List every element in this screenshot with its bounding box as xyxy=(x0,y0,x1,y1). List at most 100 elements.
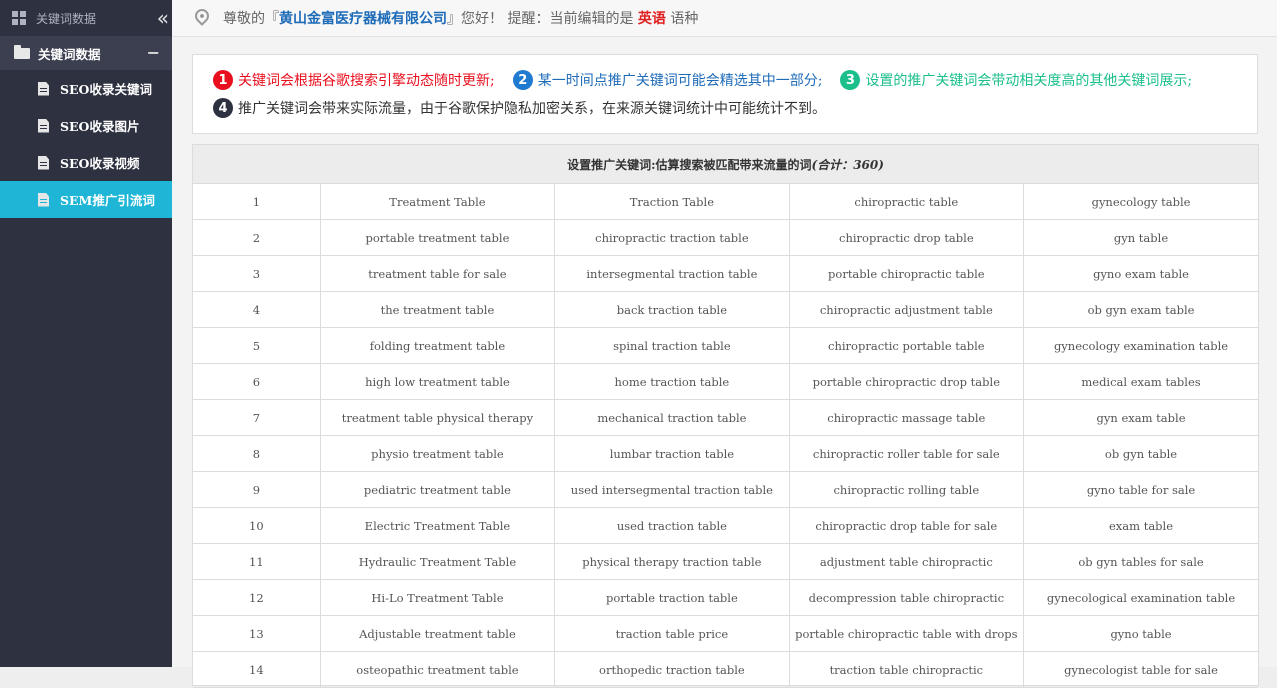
table-title-total: (合计：360) xyxy=(811,157,884,172)
keyword-cell: decompression table chiropractic xyxy=(789,579,1025,616)
keyword-table-body: 1 Treatment Table Traction Table chiropract… xyxy=(193,184,1258,688)
main-content: 1 关键词会根据谷歌搜索引擎动态随时更新; 2 某一时间点推广关键词可能会精选其… xyxy=(172,37,1277,688)
keyword-cell: Adjustable treatment table xyxy=(320,615,556,652)
table-row: 3 treatment table for sale intersegmental … xyxy=(193,255,1258,292)
keyword-cell: gynecological examination table xyxy=(1023,579,1258,616)
notice-panel: 1 关键词会根据谷歌搜索引擎动态随时更新; 2 某一时间点推广关键词可能会精选其… xyxy=(192,54,1258,134)
keyword-cell: gynecologist table for sale xyxy=(1023,651,1258,688)
row-index: 7 xyxy=(193,399,321,436)
table-row: 12 Hi-Lo Treatment Table portable traction… xyxy=(193,579,1258,616)
collapse-group-icon[interactable]: − xyxy=(147,43,160,62)
keyword-cell: spinal traction table xyxy=(554,327,790,364)
keyword-cell: chiropractic roller table for sale xyxy=(789,435,1025,472)
row-index: 3 xyxy=(193,255,321,292)
sidebar-item-sem-keywords[interactable]: SEM推广引流词 xyxy=(0,181,172,218)
current-language: 英语 xyxy=(637,11,666,27)
row-index: 6 xyxy=(193,363,321,400)
notice-line: 1 关键词会根据谷歌搜索引擎动态随时更新; 2 某一时间点推广关键词可能会精选其… xyxy=(213,70,1210,90)
keyword-cell: intersegmental traction table xyxy=(554,255,790,292)
sidebar-item-label: SEO收录图片 xyxy=(60,119,140,134)
keyword-cell: ob gyn exam table xyxy=(1023,291,1258,328)
sidebar-item-label: SEO收录视频 xyxy=(60,156,140,171)
keyword-cell: Hydraulic Treatment Table xyxy=(320,543,556,580)
row-index: 13 xyxy=(193,615,321,652)
keyword-cell: chiropractic adjustment table xyxy=(789,291,1025,328)
keyword-cell: Treatment Table xyxy=(320,184,556,220)
keyword-cell: back traction table xyxy=(554,291,790,328)
keyword-cell: ob gyn table xyxy=(1023,435,1258,472)
keyword-cell: medical exam tables xyxy=(1023,363,1258,400)
keyword-cell: chiropractic table xyxy=(789,184,1025,220)
notice-item: 2 某一时间点推广关键词可能会精选其中一部分; xyxy=(512,70,823,90)
keyword-cell: chiropractic drop table xyxy=(789,219,1025,256)
keyword-cell: the treatment table xyxy=(320,291,556,328)
row-index: 4 xyxy=(193,291,321,328)
table-row: 1 Treatment Table Traction Table chiropract… xyxy=(193,184,1258,220)
row-index: 2 xyxy=(193,219,321,256)
table-row: 11 Hydraulic Treatment Table physical ther… xyxy=(193,543,1258,580)
keyword-cell: home traction table xyxy=(554,363,790,400)
keyword-cell: portable chiropractic drop table xyxy=(789,363,1025,400)
row-index: 12 xyxy=(193,579,321,616)
table-row: 10 Electric Treatment Table used traction … xyxy=(193,507,1258,544)
table-title: 设置推广关键词:估算搜索被匹配带来流量的词 (合计：360) xyxy=(193,145,1258,184)
keyword-cell: chiropractic portable table xyxy=(789,327,1025,364)
document-icon xyxy=(38,118,49,133)
notice-text: 关键词会根据谷歌搜索引擎动态随时更新; xyxy=(238,73,495,89)
greeting-suffix: 』您好！ 提醒：当前编辑的是 xyxy=(447,11,638,27)
keyword-cell: portable traction table xyxy=(554,579,790,616)
number-badge-icon: 1 xyxy=(213,70,233,90)
keyword-cell: portable chiropractic table with drops xyxy=(789,615,1025,652)
notice-text: 推广关键词会带来实际流量，由于谷歌保护隐私加密关系，在来源关键词统计中可能统计不… xyxy=(238,101,826,117)
keyword-cell: Traction Table xyxy=(554,184,790,220)
company-name: 黄山金富医疗器械有限公司 xyxy=(279,11,447,27)
notice-line: 4 推广关键词会带来实际流量，由于谷歌保护隐私加密关系，在来源关键词统计中可能统… xyxy=(213,98,844,118)
sidebar: 关键词数据 « 关键词数据 − SEO收录关键词 SEO收录图片 SEO收录视频… xyxy=(0,0,172,667)
table-row: 6 high low treatment table home traction t… xyxy=(193,363,1258,400)
sidebar-group-keyword-data[interactable]: 关键词数据 − xyxy=(0,36,172,70)
location-pin-icon xyxy=(192,6,212,26)
keyword-cell: pediatric treatment table xyxy=(320,471,556,508)
keyword-cell: gyn table xyxy=(1023,219,1258,256)
keyword-cell: gynecology table xyxy=(1023,184,1258,220)
keyword-cell: adjustment table chiropractic xyxy=(789,543,1025,580)
sidebar-header: 关键词数据 « xyxy=(0,0,172,36)
number-badge-icon: 2 xyxy=(512,70,533,90)
number-badge-icon: 4 xyxy=(213,98,233,118)
sidebar-item-seo-images[interactable]: SEO收录图片 xyxy=(0,107,172,144)
keyword-cell: treatment table physical therapy xyxy=(320,399,556,436)
keyword-cell: portable chiropractic table xyxy=(789,255,1025,292)
keyword-cell: gynecology examination table xyxy=(1023,327,1258,364)
table-title-text: 设置推广关键词:估算搜索被匹配带来流量的词 xyxy=(567,157,812,172)
keyword-cell: used traction table xyxy=(554,507,790,544)
keyword-cell: osteopathic treatment table xyxy=(320,651,556,688)
notice-text: 某一时间点推广关键词可能会精选其中一部分; xyxy=(537,73,823,89)
greeting-prefix: 尊敬的『 xyxy=(223,11,279,27)
table-row: 5 folding treatment table spinal traction … xyxy=(193,327,1258,364)
top-bar: 尊敬的『 黄山金富医疗器械有限公司 』您好！ 提醒：当前编辑的是 英语 语种 xyxy=(172,0,1277,37)
sidebar-item-label: SEO收录关键词 xyxy=(60,82,152,97)
keyword-cell: ob gyn tables for sale xyxy=(1023,543,1258,580)
table-row: 14 osteopathic treatment table orthopedic … xyxy=(193,651,1258,688)
notice-item: 1 关键词会根据谷歌搜索引擎动态随时更新; xyxy=(213,70,495,90)
keyword-cell: chiropractic drop table for sale xyxy=(789,507,1025,544)
keyword-cell: lumbar traction table xyxy=(554,435,790,472)
table-row: 7 treatment table physical therapy mechani… xyxy=(193,399,1258,436)
table-row: 2 portable treatment table chiropractic tr… xyxy=(193,219,1258,256)
keyword-cell: Hi-Lo Treatment Table xyxy=(320,579,556,616)
table-row: 4 the treatment table back traction table c… xyxy=(193,291,1258,328)
sidebar-item-seo-keywords[interactable]: SEO收录关键词 xyxy=(0,70,172,107)
sidebar-item-seo-videos[interactable]: SEO收录视频 xyxy=(0,144,172,181)
number-badge-icon: 3 xyxy=(840,70,861,90)
keyword-cell: portable treatment table xyxy=(320,219,556,256)
row-index: 14 xyxy=(193,651,321,688)
keyword-cell: traction table price xyxy=(554,615,790,652)
keyword-cell: gyno exam table xyxy=(1023,255,1258,292)
dashboard-grid-icon xyxy=(12,11,26,25)
table-row: 13 Adjustable treatment table traction tab… xyxy=(193,615,1258,652)
keyword-cell: physio treatment table xyxy=(320,435,556,472)
row-index: 1 xyxy=(193,184,321,220)
keyword-cell: high low treatment table xyxy=(320,363,556,400)
document-icon xyxy=(38,192,49,207)
collapse-sidebar-icon[interactable]: « xyxy=(157,6,170,30)
